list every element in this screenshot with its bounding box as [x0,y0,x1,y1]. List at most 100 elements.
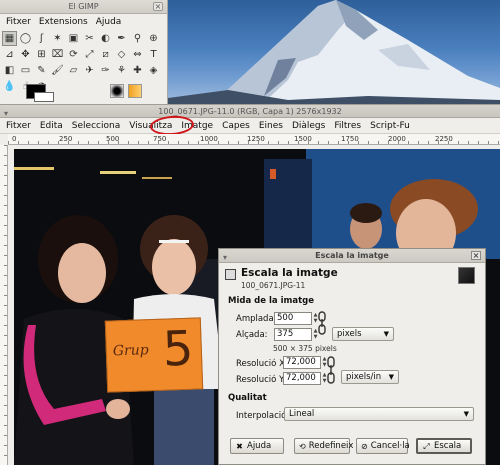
ruler-tick-label: 1000 [200,135,218,143]
scale-image-dialog: ▾ Escala la imatge × Escala la imatge 10… [218,248,486,465]
menu-filtres[interactable]: Filtres [334,121,361,131]
menu-edita[interactable]: Edita [40,121,63,131]
size-note: 500 × 375 pixels [273,344,337,353]
image-window-titlebar: ▾ 100_0671.JPG-11.0 (RGB, Capa 1) 2576x1… [0,104,500,118]
move-icon[interactable]: ✥ [18,47,33,62]
menu-eines[interactable]: Eines [259,121,283,131]
vertical-ruler[interactable] [0,145,8,465]
resolution-unit-value: pixels/in [346,372,382,382]
menu-scriptfu[interactable]: Script-Fu [370,121,410,131]
desktop-wallpaper [168,0,500,108]
foreground-select-icon[interactable]: ◐ [98,31,113,46]
text-icon[interactable]: T [146,47,161,62]
ruler-tick-label: 1750 [341,135,359,143]
unit-select[interactable]: pixels ▼ [332,327,394,341]
paintbrush-icon[interactable]: 🖌 [50,63,65,78]
ruler-tick-label: 2000 [388,135,406,143]
menu-dilegs[interactable]: Diàlegs [292,121,325,131]
ellipse-select-icon[interactable]: ◯ [18,31,33,46]
scale-icon [225,269,236,280]
gradient-preview[interactable] [128,84,142,98]
fuzzy-select-icon[interactable]: ✶ [50,31,65,46]
help-button[interactable]: ✖ Ajuda [230,438,284,454]
help-icon: ✖ [236,441,243,451]
color-select-icon[interactable]: ▣ [66,31,81,46]
height-label: Alçada: [236,330,268,340]
toolbox-titlebar: El GIMP × [0,0,167,14]
flip-icon[interactable]: ⇔ [130,47,145,62]
dialog-subheading: 100_0671.JPG-11 [241,281,306,290]
cancel-button[interactable]: ⊘ Cancel·la [356,438,410,454]
reset-button-label: Redefineix [308,441,354,451]
sign-text: Grup [112,342,149,360]
width-label: Amplada: [236,314,277,324]
rect-select-icon[interactable]: ▦ [2,31,17,46]
zoom-icon[interactable]: ⊕ [146,31,161,46]
image-thumbnail [458,267,475,284]
crop-icon[interactable]: ⌧ [50,47,65,62]
ruler-tick-label: 750 [153,135,167,143]
width-field[interactable]: 500 [274,312,312,325]
scale-button[interactable]: ⤢ Escala [416,438,472,454]
blur-icon[interactable]: 💧 [2,79,17,94]
toolbox-menu-file[interactable]: Fitxer [6,17,31,27]
chain-link-icon[interactable] [318,311,326,335]
resolution-x-field[interactable]: 72,000 [283,356,321,369]
perspective-icon[interactable]: ◇ [114,47,129,62]
close-icon[interactable]: × [153,2,163,11]
height-field[interactable]: 375 [274,328,312,341]
mountain-image [168,0,500,108]
background-color-swatch[interactable] [34,92,54,102]
bucket-fill-icon[interactable]: ◧ [2,63,17,78]
interpolation-select[interactable]: Lineal ▼ [284,407,474,421]
free-select-icon[interactable]: ʃ [34,31,49,46]
interpolation-value: Lineal [289,409,315,419]
resolution-chain-icon[interactable] [327,356,335,384]
cancel-icon: ⊘ [361,441,368,451]
menu-selecciona[interactable]: Selecciona [72,121,120,131]
dialog-heading: Escala la imatge [241,267,338,279]
reset-button[interactable]: ⟲ Redefineix [294,438,353,454]
scale-button-label: Escala [434,441,462,451]
align-icon[interactable]: ⊞ [34,47,49,62]
shear-icon[interactable]: ⧄ [98,47,113,62]
rotate-icon[interactable]: ⟳ [66,47,81,62]
scale-icon[interactable]: ⤢ [82,47,97,62]
help-button-label: Ajuda [247,441,272,451]
ruler-tick-label: 250 [59,135,73,143]
quality-section-label: Qualitat [228,393,267,403]
ruler-tick-label: 0 [12,135,17,143]
color-picker-icon[interactable]: ⚲ [130,31,145,46]
heal-icon[interactable]: ✚ [130,63,145,78]
pencil-icon[interactable]: ✎ [34,63,49,78]
toolbox-menu-help[interactable]: Ajuda [96,17,122,27]
dialog-menu-icon[interactable]: ▾ [223,251,227,264]
dialog-window-title: Escala la imatge [315,251,389,260]
clone-icon[interactable]: ⚘ [114,63,129,78]
toolbox-menu-extensions[interactable]: Extensions [39,17,88,27]
toolbox-menubar: Fitxer Extensions Ajuda [0,14,167,29]
paths-icon[interactable]: ✒ [114,31,129,46]
menu-fitxer[interactable]: Fitxer [6,121,31,131]
menu-capes[interactable]: Capes [222,121,250,131]
scissors-icon[interactable]: ✂ [82,31,97,46]
ruler-tick-label: 2250 [435,135,453,143]
close-icon[interactable]: × [471,251,481,260]
reset-icon: ⟲ [299,441,306,451]
resolution-x-label: Resolució X: [236,359,288,369]
window-menu-icon[interactable]: ▾ [4,107,8,120]
resolution-y-label: Resolució Y: [236,375,286,385]
measure-icon[interactable]: ⊿ [2,47,17,62]
perspective-clone-icon[interactable]: ◈ [146,63,161,78]
resolution-y-field[interactable]: 72,000 [283,372,321,385]
resolution-unit-select[interactable]: pixels/in ▼ [341,370,399,384]
eraser-icon[interactable]: ▱ [66,63,81,78]
chevron-down-icon: ▼ [388,373,394,381]
ink-icon[interactable]: ✑ [98,63,113,78]
size-section-label: Mida de la imatge [228,296,314,306]
brush-preview[interactable] [110,84,124,98]
airbrush-icon[interactable]: ✈ [82,63,97,78]
toolbox-window: El GIMP × Fitxer Extensions Ajuda ▦ ◯ ʃ ✶ ▣ ✂… [0,0,168,104]
blend-icon[interactable]: ▭ [18,63,33,78]
interpolation-label: Interpolació: [236,411,290,421]
